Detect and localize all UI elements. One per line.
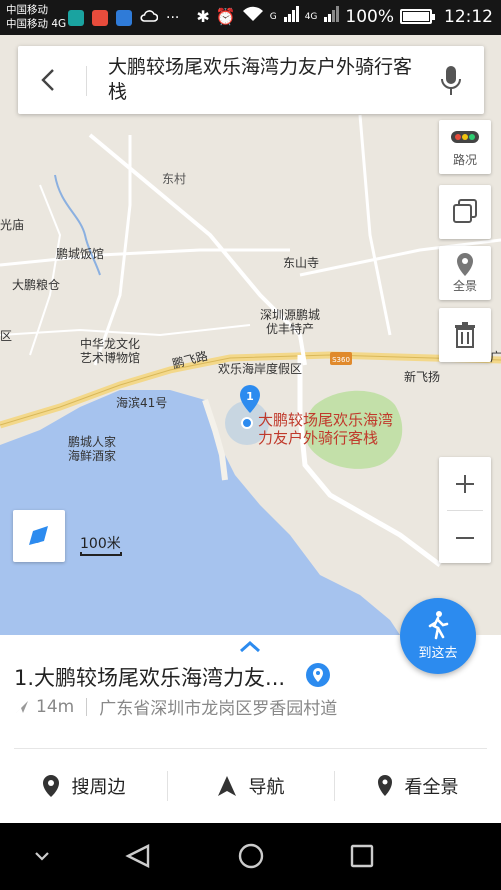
label-huanlehai: 欢乐海岸度假区 [218, 362, 303, 376]
status-bar: 中国移动 中国移动 4G ··· ✱ ⏰ G 4G 100% 12:12 [0, 0, 501, 35]
layers-button[interactable] [439, 185, 491, 239]
search-divider [86, 66, 87, 96]
home-circle-icon [238, 843, 264, 869]
signal-4g: 4G [304, 11, 318, 22]
search-bar[interactable]: 大鹏较场尾欢乐海湾力友户外骑行客栈 [18, 46, 484, 114]
selected-poi-label[interactable]: 大鹏较场尾欢乐海湾力友户外骑行客栈 [258, 411, 398, 447]
location-dot [241, 417, 253, 429]
zoom-in-button[interactable] [439, 457, 491, 510]
navigate-label: 导航 [248, 777, 285, 798]
action-bar: 搜周边 导航 看全景 [0, 757, 501, 815]
label-guang: 广 [490, 350, 501, 364]
place-distance: 14m [36, 696, 75, 717]
traffic-light-icon [451, 131, 479, 143]
clear-button[interactable] [439, 308, 491, 362]
place-meta: 14m 广东省深圳市龙岗区罗香园村道 [14, 694, 337, 719]
hide-nav-chevron-icon [35, 852, 49, 861]
map-canvas: S360 1 [0, 114, 501, 635]
location-search-icon [42, 775, 59, 797]
back-arrow-icon [41, 69, 54, 91]
voice-search-button[interactable] [438, 64, 464, 98]
navigation-arrow-icon [217, 776, 236, 796]
nearby-label: 搜周边 [71, 777, 126, 798]
direction-arrow-icon [16, 700, 28, 713]
nearby-search-button[interactable]: 搜周边 [0, 757, 167, 815]
label-xinfeiyang: 新飞扬 [404, 370, 441, 384]
panorama-badge-icon[interactable] [306, 663, 330, 687]
panorama-label: 全景 [452, 279, 477, 293]
label-haibin41: 海滨41号 [116, 396, 168, 410]
card-divider [14, 748, 487, 749]
place-title[interactable]: 1.大鹏较场尾欢乐海湾力友... [14, 662, 304, 692]
minus-icon [456, 536, 474, 539]
traffic-button[interactable]: 路况 [439, 120, 491, 174]
compass-locate-icon [29, 526, 48, 545]
navigate-button[interactable]: 导航 [167, 757, 334, 815]
label-guangmiao: 光庙 [0, 218, 25, 232]
label-dapeng-granary: 大鹏粮仓 [12, 278, 61, 292]
panorama-pin-icon [457, 253, 473, 276]
wifi-icon [242, 6, 264, 27]
walking-person-icon [428, 611, 449, 640]
system-nav-bar [0, 823, 501, 890]
view-panorama-button[interactable]: 看全景 [334, 757, 501, 815]
alarm-icon: ⏰ [215, 7, 236, 26]
nav-bar-icons [35, 843, 374, 869]
road-badge-text: S360 [332, 356, 350, 364]
map-pin-number: 1 [246, 390, 254, 403]
carrier-1: 中国移动 [6, 4, 48, 16]
layers-icon [453, 199, 477, 223]
recents-square-icon [350, 844, 374, 868]
panorama-action-label: 看全景 [404, 777, 459, 798]
cloud-icon [140, 8, 159, 27]
panorama-button[interactable]: 全景 [439, 246, 491, 300]
label-pengcheng-seafood: 鹏城人家 海鲜酒家 [68, 435, 117, 463]
label-dongshan-temple: 东山寺 [283, 256, 320, 270]
zoom-control [439, 457, 491, 563]
back-button[interactable] [28, 60, 68, 100]
go-here-label: 到这去 [418, 646, 458, 661]
my-location-button[interactable] [13, 510, 65, 562]
clock: 12:12 [444, 6, 493, 27]
microphone-icon [441, 66, 461, 95]
app-notification-icon [68, 9, 84, 26]
scale-label: 100米 [80, 536, 121, 552]
traffic-label: 路况 [452, 153, 477, 167]
battery-percent: 100% [345, 6, 394, 27]
plus-icon [456, 474, 474, 493]
search-query[interactable]: 大鹏较场尾欢乐海湾力友户外骑行客栈 [108, 55, 428, 105]
trash-icon [455, 322, 475, 348]
bluetooth-icon: ✱ [196, 7, 210, 26]
battery-icon [400, 9, 435, 24]
signal-icon-1 [283, 6, 299, 27]
map-view[interactable]: S360 1 东村 光庙 鹏城饭馆 东山寺 大鹏粮仓 深圳源鹏城 优丰特产 中华… [0, 35, 501, 635]
calendar-notification-icon [92, 9, 108, 26]
chevron-up-icon[interactable] [238, 639, 262, 653]
back-triangle-icon [125, 844, 150, 868]
signal-icon-2 [323, 6, 340, 27]
notification-icons: ··· [68, 8, 179, 27]
label-qu: 区 [0, 329, 13, 343]
panorama-icon [377, 775, 392, 796]
label-zhonghualong: 中华龙文化 艺术博物馆 [80, 337, 141, 365]
label-pengcheng-hotel: 鹏城饭馆 [56, 247, 105, 261]
label-dongcun: 东村 [162, 172, 187, 186]
place-address: 广东省深圳市龙岗区罗香园村道 [99, 699, 338, 719]
meta-divider [86, 697, 88, 716]
system-icons: ✱ ⏰ G 4G 100% 12:12 [196, 6, 493, 27]
news-notification-icon [116, 9, 132, 26]
go-here-button[interactable]: 到这去 [400, 598, 476, 674]
carrier-2: 中国移动 4G [6, 18, 67, 30]
carrier-info: 中国移动 中国移动 4G [6, 3, 66, 31]
more-notifications: ··· [166, 9, 180, 26]
label-shenzhen-yuan: 深圳源鹏城 优丰特产 [260, 308, 321, 336]
zoom-out-button[interactable] [439, 511, 491, 564]
signal-g: G [269, 11, 277, 22]
scale-bar [80, 552, 122, 556]
